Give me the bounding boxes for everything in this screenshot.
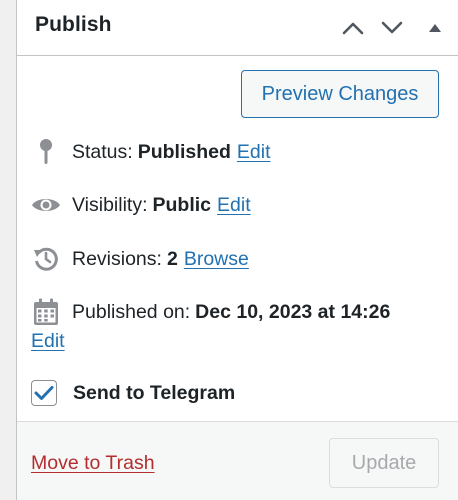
send-to-telegram-label: Send to Telegram [73,381,236,404]
edit-visibility-link[interactable]: Edit [217,194,251,217]
edit-published-date-link[interactable]: Edit [31,330,65,352]
triangle-up-icon [429,24,441,32]
status-row: Status: Published Edit [31,135,451,169]
visibility-row: Visibility: Public Edit [31,188,451,222]
revisions-label: Revisions: [72,247,162,270]
published-on-label: Published on: [72,300,191,323]
checkmark-icon [34,386,54,400]
revisions-count: 2 [166,247,178,270]
published-on-row: Published on: Dec 10, 2023 at 14:26 [31,295,451,329]
move-up-button[interactable] [337,12,369,44]
revisions-row: Revisions: 2 Browse [31,242,451,276]
chevron-down-icon [381,21,403,34]
edit-status-link[interactable]: Edit [237,141,271,164]
published-on-edit-wrap: Edit [31,330,65,353]
published-on-value: Dec 10, 2023 at 14:26 [195,300,391,323]
publish-footer: Move to Trash Update [17,421,458,500]
calendar-icon [31,297,61,327]
panel-title: Publish [35,13,112,36]
status-value: Published [137,140,231,163]
browse-revisions-link[interactable]: Browse [184,248,249,271]
publish-panel: Publish Preview Changes Status: Publishe… [16,0,458,500]
move-down-button[interactable] [376,12,408,44]
chevron-up-icon [342,22,364,35]
visibility-value: Public [152,193,212,216]
status-label: Status: [72,140,133,163]
panel-header: Publish [17,0,458,56]
history-icon [31,244,61,274]
send-to-telegram-row: Send to Telegram [31,378,235,408]
move-to-trash-link[interactable]: Move to Trash [31,452,155,475]
pin-icon [31,137,61,167]
eye-icon [31,190,61,220]
update-button[interactable]: Update [329,438,439,488]
toggle-panel-button[interactable] [419,12,451,44]
visibility-label: Visibility: [72,193,148,216]
send-to-telegram-checkbox[interactable] [31,380,57,406]
preview-changes-button[interactable]: Preview Changes [241,70,439,118]
